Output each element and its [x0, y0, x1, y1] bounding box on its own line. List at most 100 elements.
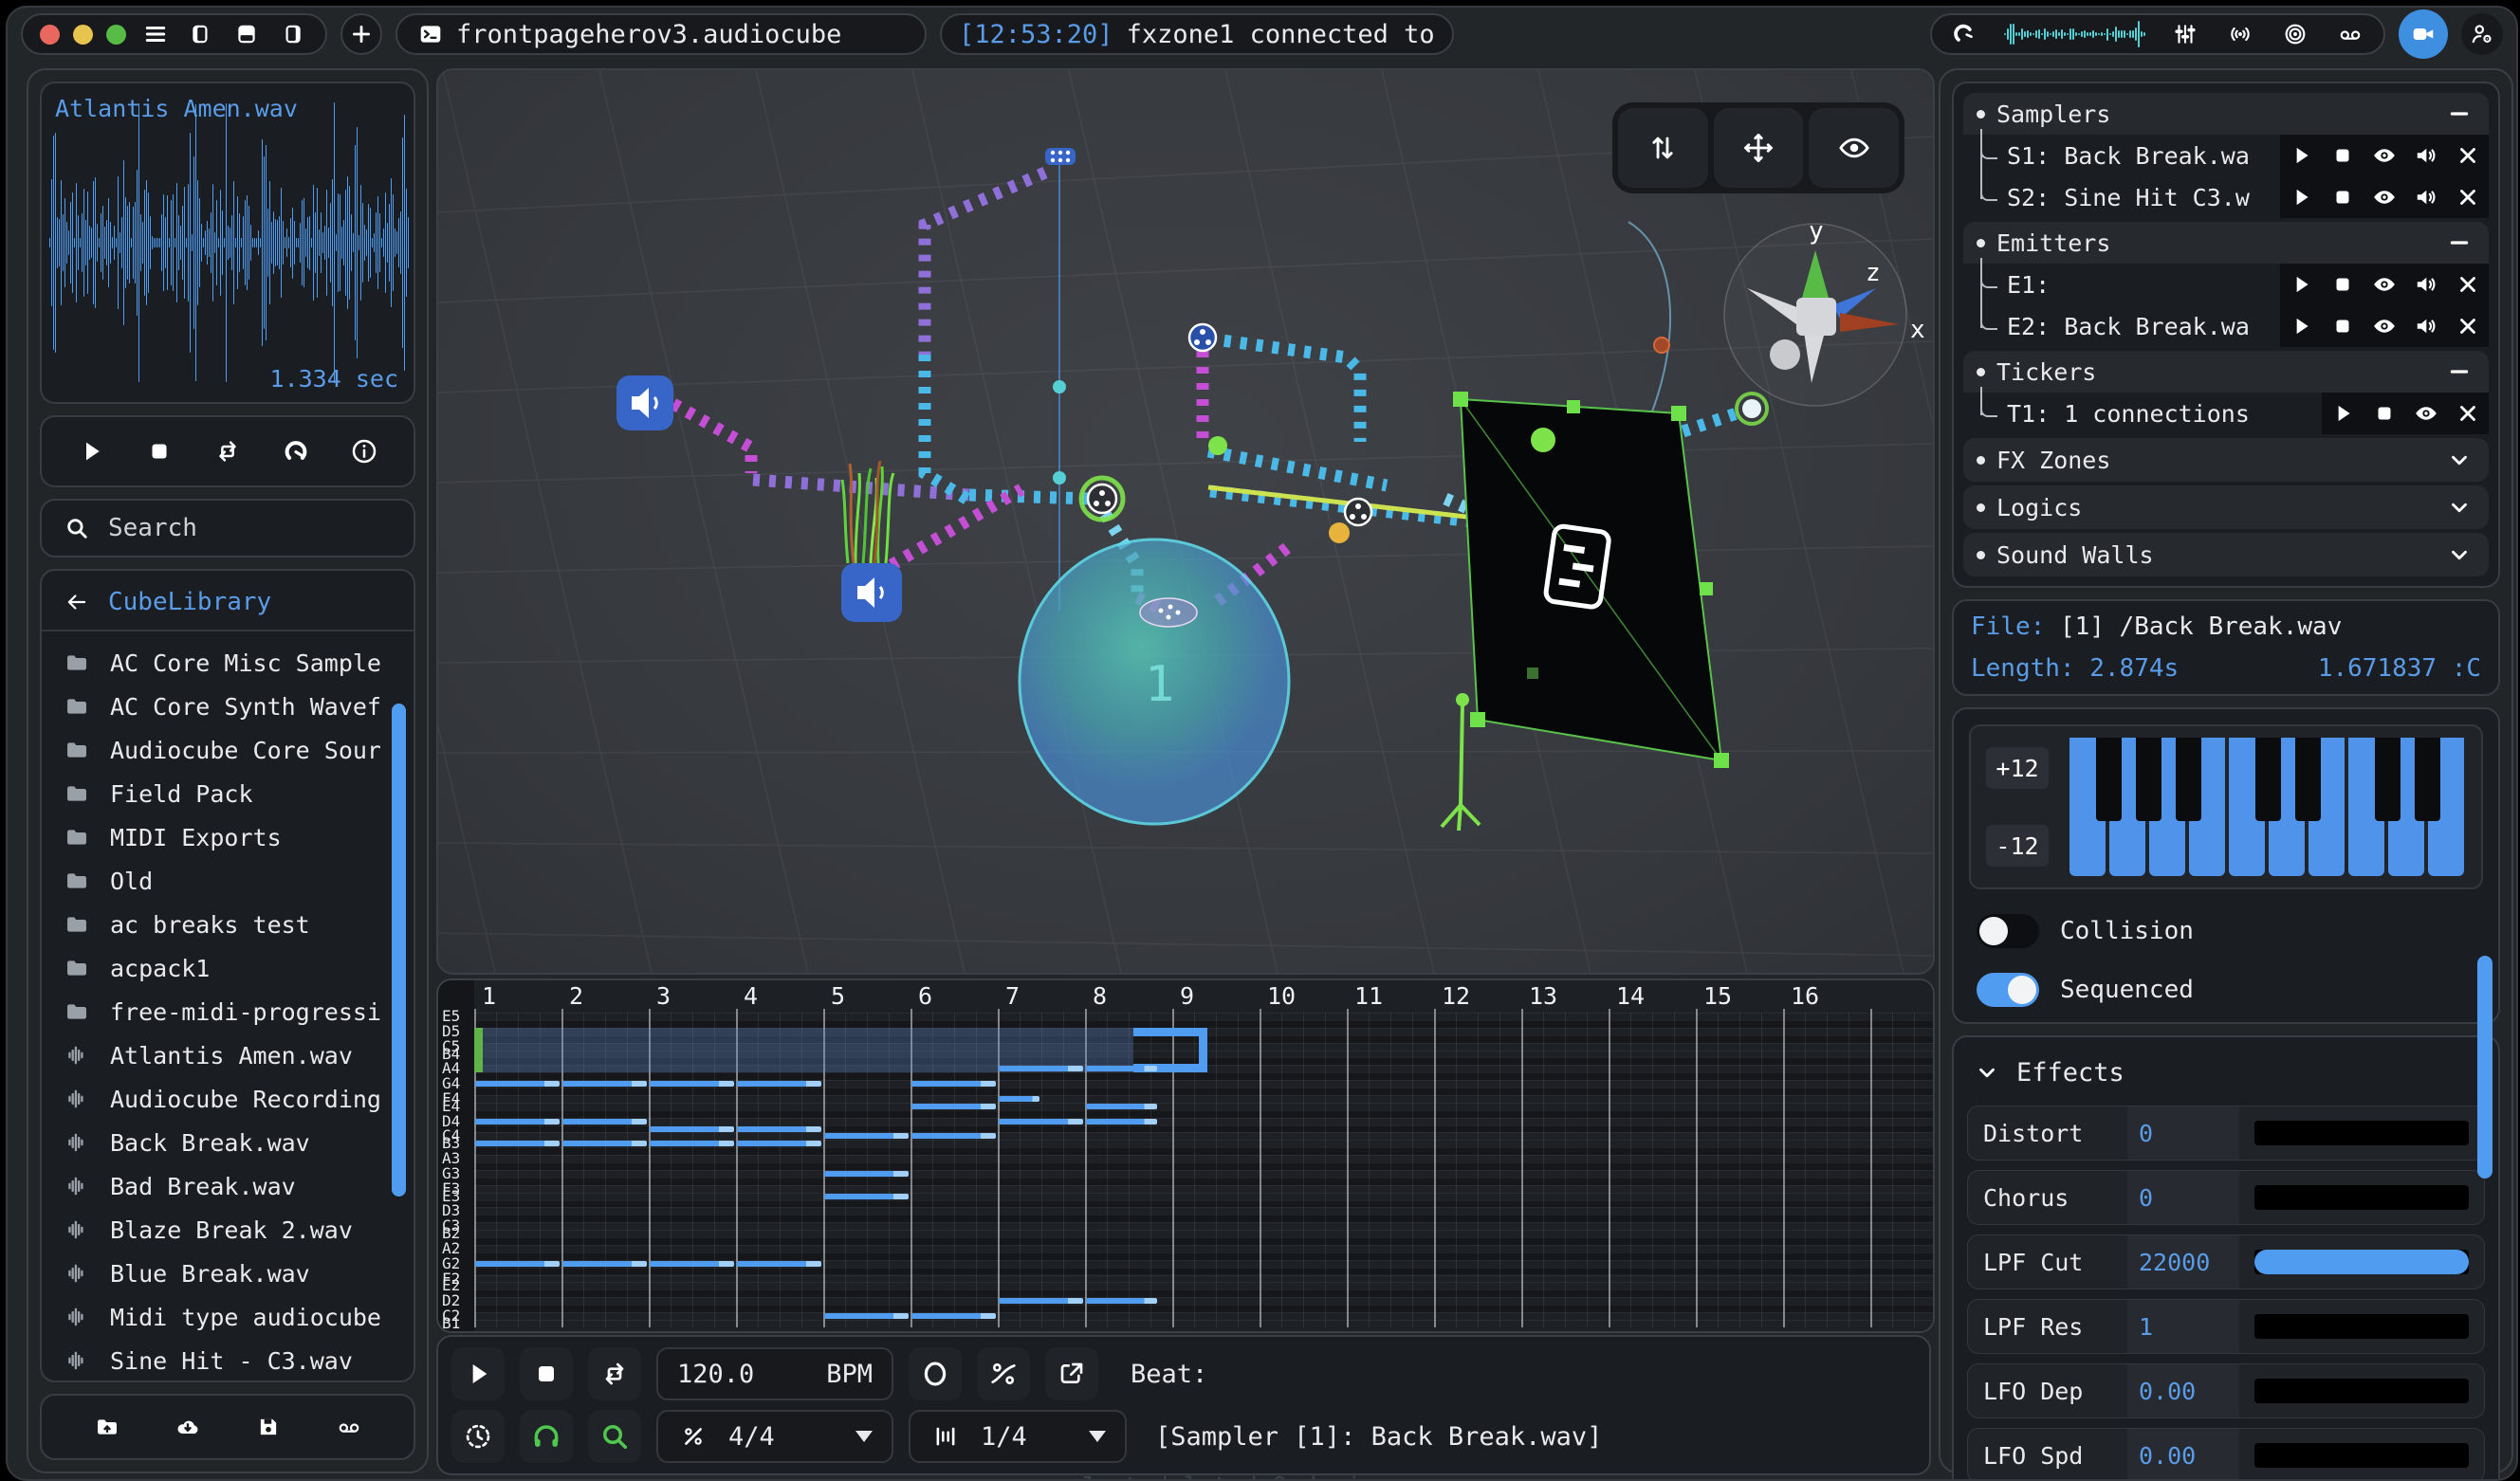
- eye-icon[interactable]: [2364, 310, 2405, 342]
- project-tab[interactable]: frontpageherov3.audiocube: [395, 13, 927, 55]
- expand-chevron-icon[interactable]: [2443, 444, 2475, 476]
- piano-roll-panel[interactable]: 12345678910111213141516 E5D5C5B4A4G4F4E4…: [436, 978, 1935, 1333]
- library-file-row[interactable]: Bad Break.wav: [61, 1164, 410, 1208]
- effect-slider[interactable]: [2254, 1443, 2469, 1468]
- library-folder-row[interactable]: Field Pack: [61, 772, 410, 815]
- midi-note-D4[interactable]: [999, 1119, 1083, 1124]
- tree-section-header[interactable]: Tickers: [1963, 351, 2489, 393]
- toggle-right-panel-icon[interactable]: [276, 18, 308, 50]
- bpm-field[interactable]: 120.0 BPM: [656, 1347, 893, 1400]
- effect-row-lpf-cut[interactable]: LPF Cut22000: [1967, 1234, 2485, 1289]
- view-mode-button[interactable]: [1809, 108, 1899, 188]
- library-folder-row[interactable]: acpack1: [61, 946, 410, 990]
- midi-note-G4[interactable]: [737, 1081, 821, 1087]
- emitter-gizmo-3[interactable]: [1345, 499, 1371, 525]
- toggle-left-panel-icon[interactable]: [185, 18, 217, 50]
- tree-section-header[interactable]: Samplers: [1963, 93, 2489, 135]
- speaker-icon[interactable]: [2405, 139, 2447, 172]
- library-folder-row[interactable]: ac breaks test: [61, 903, 410, 946]
- tree-row[interactable]: S1: Back Break.wa: [1963, 135, 2489, 176]
- preview-play-icon[interactable]: [75, 435, 107, 467]
- loop-end-bracket[interactable]: [1133, 1028, 1199, 1036]
- effect-slider[interactable]: [2254, 1121, 2469, 1145]
- tree-row[interactable]: E2: Back Break.wa: [1963, 305, 2489, 347]
- midi-note-B3[interactable]: [650, 1141, 734, 1146]
- play-icon[interactable]: [2280, 310, 2322, 342]
- effect-row-lfo-spd[interactable]: LFO Spd0.00: [1967, 1428, 2485, 1481]
- tree-row[interactable]: T1: 1 connections: [1963, 393, 2489, 434]
- collision-toggle[interactable]: [1977, 914, 2039, 948]
- speaker-cube-2[interactable]: [841, 563, 902, 622]
- library-folder-row[interactable]: Old: [61, 859, 410, 903]
- loop-start-bracket[interactable]: [474, 1028, 483, 1072]
- effect-row-chorus[interactable]: Chorus0: [1967, 1170, 2485, 1225]
- user-settings-button[interactable]: [2461, 13, 2503, 55]
- midi-note-D2[interactable]: [1086, 1298, 1157, 1304]
- midi-note-G4[interactable]: [562, 1081, 647, 1087]
- stop-icon[interactable]: [2322, 268, 2364, 301]
- preview-loop-icon[interactable]: [212, 435, 244, 467]
- effect-value[interactable]: 0.00: [2127, 1364, 2239, 1417]
- collapse-icon[interactable]: [2443, 356, 2475, 388]
- save-icon[interactable]: [252, 1411, 285, 1443]
- transpose-up-button[interactable]: +12: [1986, 747, 2049, 789]
- emitter-gizmo-2[interactable]: [1189, 324, 1216, 351]
- piano-keyboard[interactable]: [2069, 738, 2468, 876]
- path-start-marker[interactable]: [1045, 148, 1076, 165]
- library-folder-row[interactable]: AC Core Synth Wavef: [61, 685, 410, 728]
- midi-note-E4[interactable]: [1086, 1104, 1157, 1109]
- green-node-1[interactable]: [1208, 436, 1227, 455]
- midi-note-D4[interactable]: [475, 1119, 560, 1124]
- eye-icon[interactable]: [2364, 181, 2405, 213]
- midi-note-C4[interactable]: [911, 1133, 996, 1139]
- play-icon[interactable]: [2280, 268, 2322, 301]
- black-key[interactable]: [2375, 738, 2400, 821]
- midi-note-D4[interactable]: [1086, 1119, 1157, 1124]
- monitor-button[interactable]: [520, 1410, 573, 1463]
- midi-note-C2[interactable]: [824, 1313, 909, 1319]
- effect-value[interactable]: 0.00: [2127, 1429, 2239, 1481]
- move-mode-button[interactable]: [1714, 108, 1804, 188]
- stop-icon[interactable]: [2322, 139, 2364, 172]
- library-folder-row[interactable]: AC Core Misc Sample: [61, 641, 410, 685]
- midi-note-G3[interactable]: [824, 1171, 909, 1177]
- zoom-window-button[interactable]: [106, 25, 126, 45]
- grass-object[interactable]: [842, 461, 893, 563]
- sound-wall-panel[interactable]: [1453, 392, 1729, 768]
- swing-button[interactable]: [977, 1347, 1030, 1400]
- midi-note-B3[interactable]: [475, 1141, 560, 1146]
- record-voicemail-icon[interactable]: [333, 1411, 365, 1443]
- stop-icon[interactable]: [2322, 181, 2364, 213]
- library-file-row[interactable]: Audiocube Recording: [61, 1077, 410, 1121]
- speaker-icon[interactable]: [2405, 310, 2447, 342]
- midi-note-D2[interactable]: [999, 1298, 1083, 1304]
- effect-slider[interactable]: [2254, 1379, 2469, 1403]
- speaker-icon[interactable]: [2405, 268, 2447, 301]
- midi-note-C#4[interactable]: [737, 1126, 821, 1132]
- yellow-node[interactable]: [1329, 522, 1350, 543]
- midi-note-B3[interactable]: [737, 1141, 821, 1146]
- effect-slider[interactable]: [2254, 1250, 2469, 1274]
- midi-note-A4[interactable]: [999, 1066, 1083, 1071]
- play-icon[interactable]: [2322, 397, 2364, 430]
- gauge-icon[interactable]: [1949, 18, 1981, 50]
- sphere-top-marker[interactable]: [1140, 598, 1197, 627]
- library-file-row[interactable]: Blaze Break 2.wav: [61, 1208, 410, 1252]
- midi-note-G4[interactable]: [650, 1081, 734, 1087]
- close-icon[interactable]: [2447, 310, 2489, 342]
- export-button[interactable]: [1045, 1347, 1098, 1400]
- black-key[interactable]: [2415, 738, 2440, 821]
- minimize-window-button[interactable]: [73, 25, 93, 45]
- midi-note-G4[interactable]: [911, 1081, 996, 1087]
- metronome-button[interactable]: [909, 1347, 962, 1400]
- broadcast-icon[interactable]: [2224, 18, 2256, 50]
- preview-info-icon[interactable]: [348, 435, 380, 467]
- tree-section-fx-zones[interactable]: FX Zones: [1963, 438, 2489, 482]
- effect-value[interactable]: 0: [2127, 1171, 2239, 1224]
- voicemail-icon[interactable]: [2334, 18, 2366, 50]
- camera-button[interactable]: [2399, 9, 2448, 59]
- black-key[interactable]: [2136, 738, 2161, 821]
- effect-value[interactable]: 1: [2127, 1300, 2239, 1353]
- library-file-row[interactable]: Back Break.wav: [61, 1121, 410, 1164]
- right-panel-scrollbar[interactable]: [2477, 956, 2492, 1179]
